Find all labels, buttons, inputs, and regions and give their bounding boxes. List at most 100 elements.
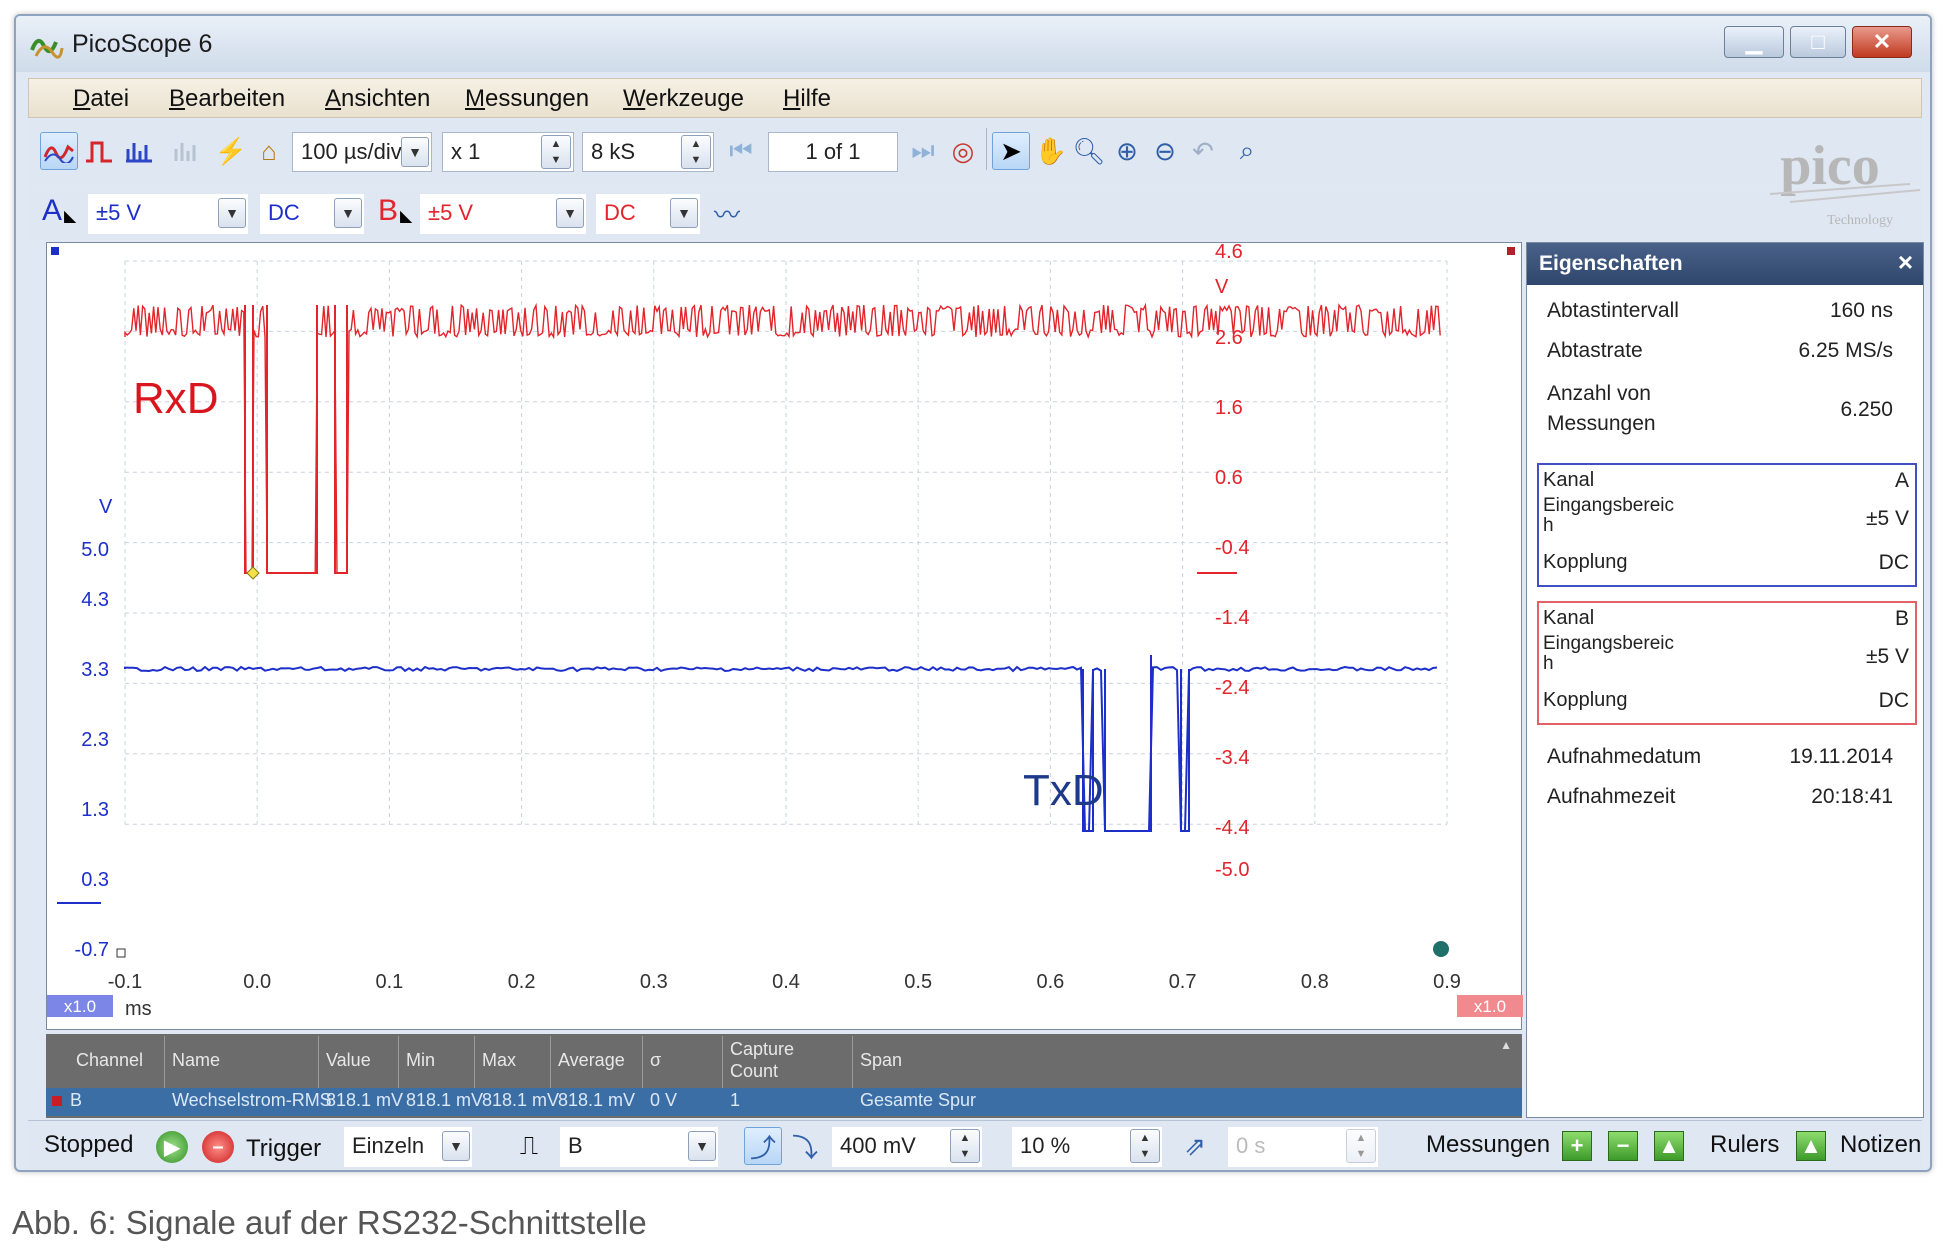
persistence-mode-icon[interactable] — [80, 132, 118, 170]
undo-zoom-icon[interactable]: ↶ — [1184, 132, 1222, 170]
notes-label[interactable]: Notizen — [1840, 1131, 1921, 1159]
channel-b-coupling-select[interactable]: DC ▼ — [596, 194, 700, 234]
menu-datei[interactable]: Datei — [73, 85, 129, 113]
close-button[interactable]: ✕ — [1852, 26, 1912, 58]
spectrum-mode-icon[interactable] — [120, 132, 158, 170]
falling-edge-icon[interactable]: ⤵ — [786, 1127, 824, 1165]
channel-b-options-icon[interactable]: ◣ — [400, 206, 412, 226]
spinner-icon[interactable]: ▲ ▼ — [681, 135, 711, 169]
timebase-select[interactable]: 100 µs/div ▼ — [292, 132, 432, 172]
next-buffer-icon[interactable]: ⏭ — [904, 132, 942, 170]
spinner-icon[interactable]: ▲ ▼ — [1130, 1129, 1160, 1163]
cell-channel: B — [70, 1090, 83, 1110]
properties-header: Eigenschaften × — [1527, 243, 1923, 285]
table-collapse-icon[interactable]: ▲ — [1500, 1038, 1512, 1052]
col-header-name[interactable]: Name — [172, 1050, 220, 1071]
add-measurement-icon[interactable]: + — [1562, 1131, 1592, 1161]
spinner-icon[interactable]: ▲ ▼ — [541, 135, 571, 169]
x-tick-label: 0.6 — [1036, 971, 1064, 993]
col-header-average[interactable]: Average — [558, 1050, 625, 1071]
menu-ansichten[interactable]: Ansichten — [325, 85, 430, 113]
cell-capture-count: 1 — [730, 1090, 741, 1110]
advanced-trigger-icon[interactable]: ⎍ — [510, 1127, 548, 1165]
col-header-capture-count[interactable]: Capture Count — [730, 1038, 794, 1082]
menu-bearbeiten[interactable]: Bearbeiten — [169, 85, 285, 113]
channel-a-properties: Kanal A Eingangsbereic h ±5 V Kopplung D… — [1537, 463, 1917, 587]
right-tick-label: 4.6 — [1215, 243, 1243, 263]
samples-stepper[interactable]: 8 kS ▲ ▼ — [582, 132, 714, 172]
chevron-down-icon[interactable]: ▼ — [556, 198, 584, 228]
previous-buffer-icon[interactable]: ⏮ — [722, 132, 760, 170]
buffer-navigator-icon[interactable]: ◎ — [944, 132, 982, 170]
channel-a-coupling-select[interactable]: DC ▼ — [260, 194, 364, 234]
trigger-mode-select[interactable]: Einzeln ▼ — [344, 1127, 472, 1167]
col-header-channel[interactable]: Channel — [76, 1050, 143, 1071]
auto-setup-icon[interactable]: ⚡ — [212, 132, 250, 170]
start-icon[interactable]: ▶ — [156, 1131, 188, 1163]
trigger-delay-stepper[interactable]: 0 s ▲ ▼ — [1228, 1127, 1378, 1167]
zoom-in-icon[interactable]: ⊕ — [1108, 132, 1146, 170]
stop-icon[interactable]: – — [202, 1131, 234, 1163]
col-header-sigma[interactable]: σ — [650, 1050, 661, 1071]
hand-tool-icon[interactable]: ✋ — [1032, 132, 1070, 170]
pretrigger-stepper[interactable]: 10 % ▲ ▼ — [1012, 1127, 1162, 1167]
channel-a-corner-marker — [51, 247, 59, 255]
maximize-button[interactable]: □ — [1790, 26, 1846, 58]
post-trigger-delay-icon[interactable]: ⇗ — [1176, 1127, 1214, 1165]
chevron-down-icon[interactable]: ▼ — [442, 1131, 470, 1161]
channel-toolbar: A ◣ ±5 V ▼ DC ▼ B ◣ ±5 V ▼ DC ▼ 〰 — [28, 188, 1922, 240]
zoom-out-icon[interactable]: ⊖ — [1146, 132, 1184, 170]
zoom-overview-icon[interactable]: ⌕ — [1228, 132, 1266, 170]
remove-measurement-icon[interactable]: − — [1608, 1131, 1638, 1161]
acquisition-status: Stopped — [44, 1131, 134, 1158]
picoscope-logo-icon — [30, 38, 64, 59]
spinner-icon[interactable]: ▲ ▼ — [1346, 1129, 1376, 1163]
chevron-down-icon[interactable]: ▼ — [334, 198, 362, 228]
table-row[interactable]: B Wechselstrom-RMS 818.1 mV 818.1 mV 818… — [46, 1088, 1522, 1116]
prop-sample-rate: Abtastrate 6.25 MS/s — [1547, 339, 1893, 362]
scope-mode-icon[interactable] — [40, 132, 78, 170]
spinner-icon[interactable]: ▲ ▼ — [950, 1129, 980, 1163]
rulers-settings-icon[interactable]: ▲ — [1796, 1131, 1826, 1161]
edit-measurement-icon[interactable]: ▲ — [1654, 1131, 1684, 1161]
pointer-tool-icon[interactable]: ➤ — [992, 132, 1030, 170]
properties-panel: Eigenschaften × Abtastintervall 160 ns Ab… — [1526, 242, 1924, 1118]
right-tick-label: 2.6 — [1215, 327, 1243, 349]
menu-hilfe[interactable]: Hilfe — [783, 85, 831, 113]
menu-werkzeuge[interactable]: Werkzeuge — [623, 85, 744, 113]
menu-bar: Datei Bearbeiten Ansichten Messungen Wer… — [28, 78, 1922, 118]
channel-a-range-select[interactable]: ±5 V ▼ — [88, 194, 248, 234]
signal-generator-icon[interactable]: 〰 — [708, 194, 746, 232]
menu-messungen[interactable]: Messungen — [465, 85, 589, 113]
trigger-source-select[interactable]: B ▼ — [560, 1127, 718, 1167]
default-setup-icon[interactable]: ⌂ — [250, 132, 288, 170]
chevron-down-icon[interactable]: ▼ — [670, 198, 698, 228]
channel-b-range-select[interactable]: ±5 V ▼ — [420, 194, 586, 234]
channel-a-label[interactable]: A — [42, 194, 62, 228]
channel-b-label[interactable]: B — [378, 194, 398, 228]
cell-max: 818.1 mV — [482, 1090, 560, 1110]
measurements-table: Channel Name Value Min Max Average σ Cap… — [46, 1034, 1522, 1118]
chevron-down-icon[interactable]: ▼ — [688, 1131, 716, 1161]
reference-spectrum-icon[interactable] — [168, 132, 206, 170]
chevron-down-icon[interactable]: ▼ — [218, 198, 246, 228]
right-tick-label: -1.4 — [1215, 607, 1249, 629]
col-header-min[interactable]: Min — [406, 1050, 435, 1071]
zoom-area-icon[interactable]: 🔍︎ — [1070, 132, 1108, 170]
minimize-button[interactable]: ▁ — [1724, 26, 1784, 58]
col-header-span[interactable]: Span — [860, 1050, 902, 1071]
x-tick-label: 0.9 — [1433, 971, 1461, 993]
close-icon[interactable]: × — [1898, 247, 1913, 278]
channel-a-options-icon[interactable]: ◣ — [64, 206, 76, 226]
right-tick-label: -0.4 — [1215, 537, 1249, 559]
trigger-threshold-stepper[interactable]: 400 mV ▲ ▼ — [832, 1127, 982, 1167]
col-header-value[interactable]: Value — [326, 1050, 371, 1071]
oscilloscope-view[interactable]: -0.1 0.0 0.1 0.2 0.3 0.4 0.5 0.6 0.7 0.8 0.9 ms V 5.0… — [46, 242, 1523, 1030]
chevron-down-icon[interactable]: ▼ — [401, 137, 429, 167]
main-toolbar: ⚡ ⌂ 100 µs/div ▼ x 1 ▲ ▼ 8 kS ▲ ▼ ⏮ 1 of 1 ⏭ … — [28, 120, 1922, 186]
picoscope-window: PicoScope 6 ▁ □ ✕ Datei Bearbeiten Ansic… — [14, 14, 1932, 1172]
rising-edge-icon[interactable]: ⤴ — [744, 1127, 782, 1165]
zoom-stepper[interactable]: x 1 ▲ ▼ — [442, 132, 574, 172]
col-header-max[interactable]: Max — [482, 1050, 516, 1071]
left-tick-label: 2.3 — [81, 729, 109, 751]
